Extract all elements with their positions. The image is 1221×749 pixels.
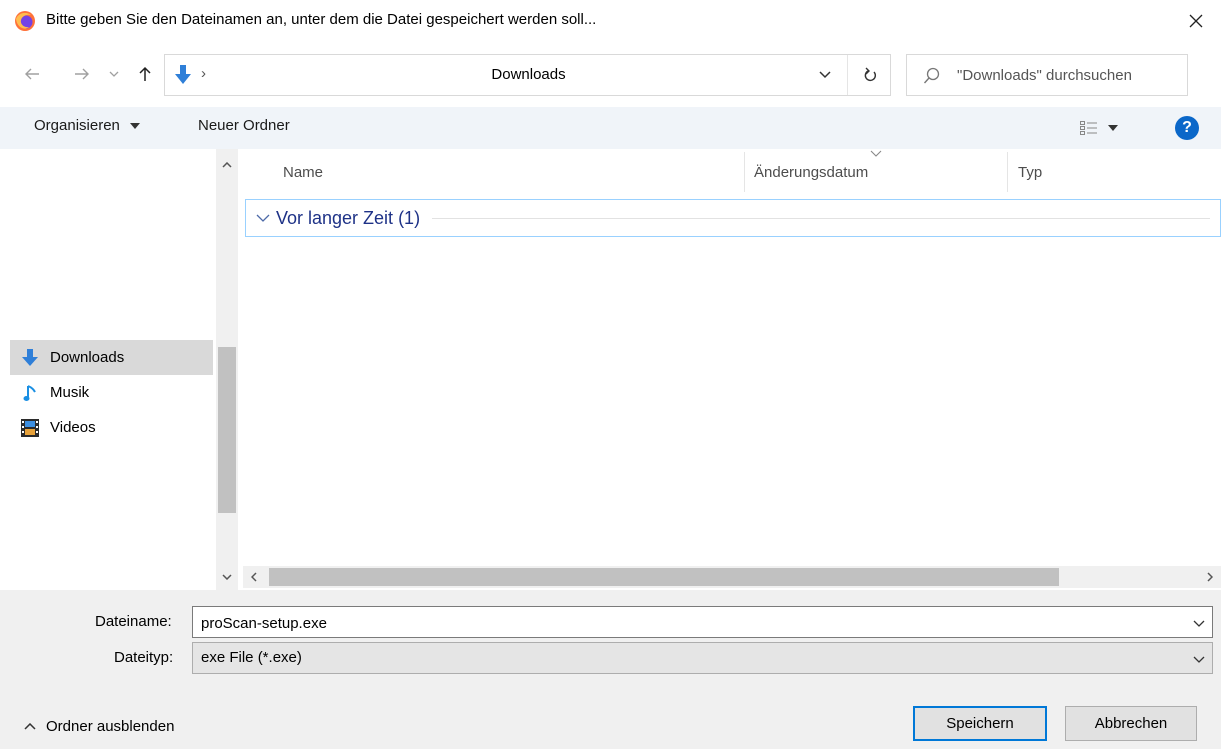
hide-folders-toggle[interactable]: Ordner ausblenden bbox=[24, 718, 174, 735]
chevron-down-icon bbox=[256, 211, 270, 225]
scroll-thumb[interactable] bbox=[269, 568, 1059, 586]
nav-item-downloads[interactable]: Downloads bbox=[10, 340, 213, 375]
back-button[interactable] bbox=[20, 58, 44, 90]
arrow-left-icon bbox=[25, 68, 39, 80]
recent-locations-button[interactable] bbox=[106, 58, 122, 90]
window-title: Bitte geben Sie den Dateinamen an, unter… bbox=[46, 11, 597, 28]
filetype-select[interactable]: exe File (*.exe) bbox=[192, 642, 1213, 674]
save-panel: Dateiname: Dateityp: exe File (*.exe) Or… bbox=[0, 590, 1221, 749]
arrow-up-icon bbox=[139, 66, 151, 81]
column-divider[interactable] bbox=[744, 152, 745, 192]
address-location: Downloads bbox=[491, 66, 566, 83]
close-button[interactable] bbox=[1180, 6, 1212, 36]
refresh-button[interactable] bbox=[847, 55, 891, 95]
chevron-down-icon bbox=[222, 574, 232, 580]
music-note-icon bbox=[20, 383, 40, 403]
search-icon bbox=[923, 67, 940, 84]
download-arrow-icon bbox=[175, 65, 191, 84]
caret-down-icon bbox=[1108, 125, 1118, 131]
chevron-down-icon bbox=[1193, 656, 1205, 663]
column-header-name[interactable]: Name bbox=[283, 149, 323, 195]
navigation-pane: Downloads Musik Videos bbox=[0, 149, 216, 590]
firefox-icon bbox=[15, 11, 35, 31]
organize-label: Organisieren bbox=[34, 117, 120, 134]
column-header-type[interactable]: Typ bbox=[1018, 149, 1042, 195]
nav-item-label: Videos bbox=[50, 419, 96, 436]
search-box[interactable] bbox=[906, 54, 1188, 96]
group-label: Vor langer Zeit (1) bbox=[276, 207, 421, 228]
scroll-up-button[interactable] bbox=[216, 155, 238, 175]
file-list: Name Änderungsdatum Typ Vor langer Zeit … bbox=[243, 149, 1221, 590]
group-header[interactable]: Vor langer Zeit (1) bbox=[245, 199, 1221, 237]
chevron-up-icon bbox=[222, 162, 232, 168]
hide-folders-label: Ordner ausblenden bbox=[46, 718, 175, 735]
address-bar[interactable]: › Downloads bbox=[164, 54, 891, 96]
forward-button[interactable] bbox=[70, 58, 94, 90]
chevron-up-icon bbox=[24, 723, 36, 730]
new-folder-button[interactable]: Neuer Ordner bbox=[198, 117, 290, 134]
download-arrow-icon bbox=[20, 348, 40, 368]
scroll-thumb[interactable] bbox=[218, 347, 236, 513]
help-button[interactable]: ? bbox=[1175, 116, 1199, 140]
command-toolbar: Organisieren Neuer Ordner ? bbox=[0, 107, 1221, 149]
chevron-down-icon bbox=[109, 71, 119, 77]
close-icon bbox=[1189, 14, 1203, 28]
filename-dropdown-button[interactable] bbox=[1189, 613, 1209, 633]
filename-combobox[interactable] bbox=[192, 606, 1213, 638]
details-view-icon bbox=[1080, 121, 1097, 135]
column-header-modified[interactable]: Änderungsdatum bbox=[754, 149, 868, 195]
chevron-down-icon bbox=[1193, 620, 1205, 627]
cancel-button[interactable]: Abbrechen bbox=[1065, 706, 1197, 741]
search-input[interactable] bbox=[957, 63, 1182, 87]
scroll-right-button[interactable] bbox=[1199, 566, 1221, 588]
nav-item-music[interactable]: Musik bbox=[10, 375, 213, 410]
filetype-value: exe File (*.exe) bbox=[201, 649, 302, 666]
save-button[interactable]: Speichern bbox=[913, 706, 1047, 741]
chevron-left-icon bbox=[251, 572, 257, 582]
filename-input[interactable] bbox=[201, 612, 1181, 634]
arrow-right-icon bbox=[75, 68, 89, 80]
navigation-pane-scrollbar[interactable] bbox=[216, 149, 238, 590]
chevron-down-icon bbox=[819, 71, 831, 79]
scroll-down-button[interactable] bbox=[216, 567, 238, 587]
scroll-left-button[interactable] bbox=[243, 566, 265, 588]
title-bar: Bitte geben Sie den Dateinamen an, unter… bbox=[0, 0, 1221, 42]
filetype-dropdown-button[interactable] bbox=[1189, 649, 1209, 669]
nav-item-label: Downloads bbox=[50, 349, 125, 366]
address-history-dropdown[interactable] bbox=[805, 55, 845, 95]
organize-button[interactable]: Organisieren bbox=[34, 117, 141, 134]
breadcrumb-separator[interactable]: › bbox=[201, 65, 206, 82]
change-view-button[interactable] bbox=[1080, 115, 1140, 141]
nav-item-label: Musik bbox=[50, 384, 90, 401]
filename-label: Dateiname: bbox=[95, 613, 172, 630]
sort-indicator-icon bbox=[870, 150, 882, 157]
file-list-horizontal-scrollbar[interactable] bbox=[243, 566, 1221, 588]
filetype-label: Dateityp: bbox=[114, 649, 174, 666]
refresh-icon bbox=[864, 67, 876, 82]
navigation-bar: › Downloads bbox=[0, 48, 1221, 100]
up-button[interactable] bbox=[133, 58, 157, 90]
chevron-right-icon bbox=[1207, 572, 1213, 582]
film-strip-icon bbox=[20, 418, 40, 438]
column-divider[interactable] bbox=[1007, 152, 1008, 192]
nav-item-videos[interactable]: Videos bbox=[10, 410, 213, 445]
caret-down-icon bbox=[130, 123, 141, 130]
group-divider-line bbox=[432, 217, 1210, 219]
